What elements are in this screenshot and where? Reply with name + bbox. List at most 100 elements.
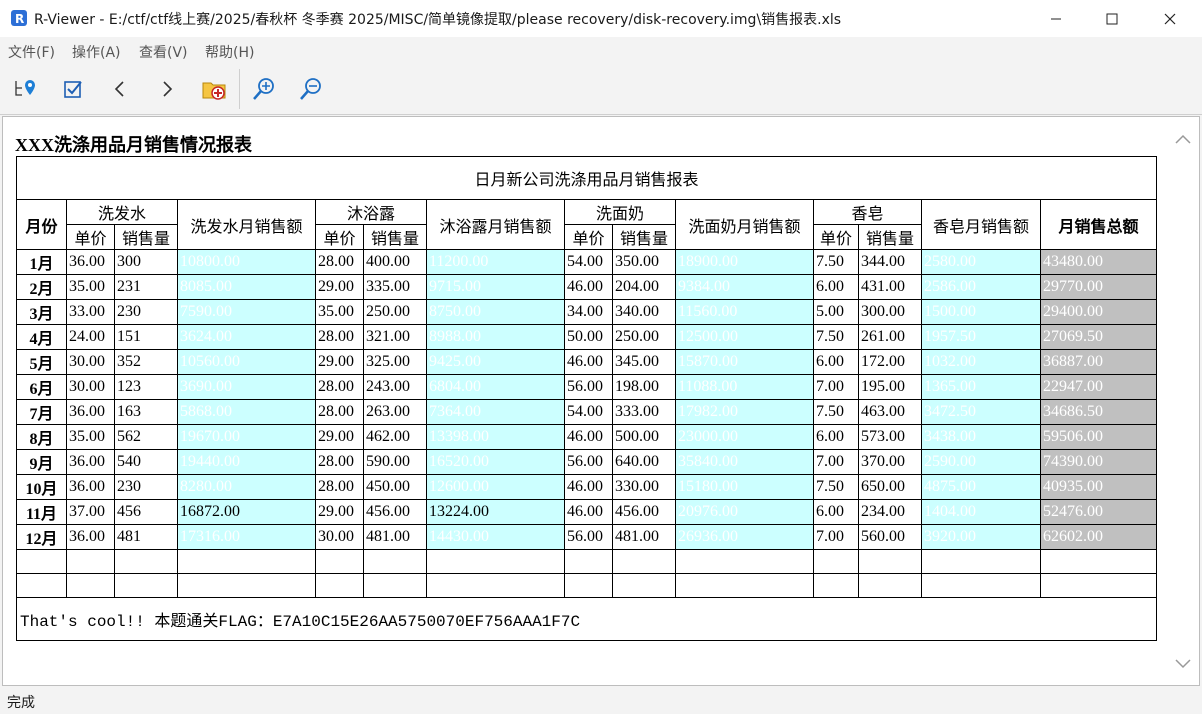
table-cell: 46.00 (564, 424, 613, 450)
monthly-total-cell: 1404.00 (921, 499, 1041, 525)
empty-row (16, 549, 1157, 574)
table-cell: 28.00 (315, 374, 364, 400)
table-cell: 36.00 (66, 399, 115, 425)
table-cell: 650.00 (858, 474, 922, 500)
monthly-total-cell: 16872.00 (177, 499, 316, 525)
monthly-total-cell: 18900.00 (675, 249, 814, 275)
monthly-total-cell: 14430.00 (426, 524, 565, 550)
monthly-total-cell: 19440.00 (177, 449, 316, 475)
recover-folder-icon[interactable] (200, 75, 228, 103)
monthly-total-cell: 1365.00 (921, 374, 1041, 400)
status-text: 完成 (7, 695, 35, 711)
menu-view[interactable]: 查看(V) (139, 42, 188, 62)
table-cell: 36.00 (66, 449, 115, 475)
monthly-total-cell: 11200.00 (426, 249, 565, 275)
table-cell: 230 (114, 299, 178, 325)
monthly-total-cell: 23000.00 (675, 424, 814, 450)
forward-chevron-icon[interactable] (153, 75, 181, 103)
table-cell: 300.00 (858, 299, 922, 325)
table-cell: 7.50 (813, 249, 859, 275)
close-button[interactable] (1140, 0, 1200, 37)
document-viewer[interactable]: XXX洗涤用品月销售情况报表 日月新公司洗涤用品月销售报表 月份 洗发水 洗发水… (2, 116, 1200, 686)
table-cell: 345.00 (612, 349, 676, 375)
table-cell: 46.00 (564, 474, 613, 500)
empty-cell (1040, 549, 1157, 574)
table-cell: 54.00 (564, 399, 613, 425)
table-cell: 28.00 (315, 399, 364, 425)
maximize-button[interactable] (1082, 0, 1142, 37)
minimize-button[interactable] (1026, 0, 1086, 37)
table-cell: 5.00 (813, 299, 859, 325)
table-cell: 230 (114, 474, 178, 500)
scroll-up-icon[interactable] (1175, 129, 1191, 148)
table-cell: 7.00 (813, 449, 859, 475)
monthly-total-cell: 1957.50 (921, 324, 1041, 350)
table-cell: 456 (114, 499, 178, 525)
table-cell: 54.00 (564, 249, 613, 275)
monthly-total-cell: 13398.00 (426, 424, 565, 450)
table-cell: 481 (114, 524, 178, 550)
svg-text:R: R (15, 12, 24, 26)
table-cell: 46.00 (564, 499, 613, 525)
empty-row (16, 573, 1157, 598)
menu-action[interactable]: 操作(A) (72, 42, 121, 62)
table-cell: 261.00 (858, 324, 922, 350)
monthly-total-cell: 3624.00 (177, 324, 316, 350)
monthly-total-cell: 20976.00 (675, 499, 814, 525)
table-cell: 36.00 (66, 249, 115, 275)
scroll-down-icon[interactable] (1175, 654, 1191, 673)
monthly-total-cell: 12600.00 (426, 474, 565, 500)
monthly-total-cell: 15870.00 (675, 349, 814, 375)
table-cell: 250.00 (612, 324, 676, 350)
table-cell: 456.00 (363, 499, 427, 525)
table-cell: 321.00 (363, 324, 427, 350)
empty-cell (921, 573, 1041, 598)
table-cell: 481.00 (363, 524, 427, 550)
monthly-total-cell: 8988.00 (426, 324, 565, 350)
header-qty: 销售量 (612, 224, 676, 250)
table-cell: 263.00 (363, 399, 427, 425)
table-cell: 37.00 (66, 499, 115, 525)
header-unit-price: 单价 (66, 224, 115, 250)
header-soap: 香皂 (813, 199, 922, 225)
table-cell: 7.50 (813, 324, 859, 350)
grand-total-cell: 22947.00 (1040, 374, 1157, 400)
table-cell: 340.00 (612, 299, 676, 325)
table-cell: 151 (114, 324, 178, 350)
monthly-total-cell: 6804.00 (426, 374, 565, 400)
monthly-total-cell: 12500.00 (675, 324, 814, 350)
monthly-total-cell: 15180.00 (675, 474, 814, 500)
empty-cell (426, 573, 565, 598)
tree-location-icon[interactable] (12, 75, 40, 103)
table-cell: 350.00 (612, 249, 676, 275)
empty-cell (66, 549, 115, 574)
table-row: 7月 36.00 163 5868.00 28.00 263.00 7364.00 54.00… (16, 399, 1157, 425)
grand-total-cell: 43480.00 (1040, 249, 1157, 275)
table-cell: 29.00 (315, 274, 364, 300)
table-cell: 198.00 (612, 374, 676, 400)
menu-file[interactable]: 文件(F) (8, 42, 55, 62)
status-bar: 完成 (0, 688, 1202, 714)
table-cell: 243.00 (363, 374, 427, 400)
table-cell: 450.00 (363, 474, 427, 500)
table-cell: 195.00 (858, 374, 922, 400)
table-cell: 500.00 (612, 424, 676, 450)
checkbox-icon[interactable] (59, 75, 87, 103)
empty-cell (921, 549, 1041, 574)
back-chevron-icon[interactable] (106, 75, 134, 103)
table-cell: 56.00 (564, 374, 613, 400)
table-cell: 56.00 (564, 449, 613, 475)
table-cell: 325.00 (363, 349, 427, 375)
header-unit-price: 单价 (315, 224, 364, 250)
zoom-out-icon[interactable] (297, 75, 325, 103)
table-row: 5月 30.00 352 10560.00 29.00 325.00 9425.00 46.0… (16, 349, 1157, 375)
header-qty: 销售量 (363, 224, 427, 250)
table-row: 6月 30.00 123 3690.00 28.00 243.00 6804.00 56.00… (16, 374, 1157, 400)
monthly-total-cell: 2590.00 (921, 449, 1041, 475)
table-cell: 7.00 (813, 374, 859, 400)
zoom-in-icon[interactable] (250, 75, 278, 103)
table-cell: 344.00 (858, 249, 922, 275)
grand-total-cell: 40935.00 (1040, 474, 1157, 500)
menu-help[interactable]: 帮助(H) (205, 42, 254, 62)
table-cell: 35.00 (66, 424, 115, 450)
